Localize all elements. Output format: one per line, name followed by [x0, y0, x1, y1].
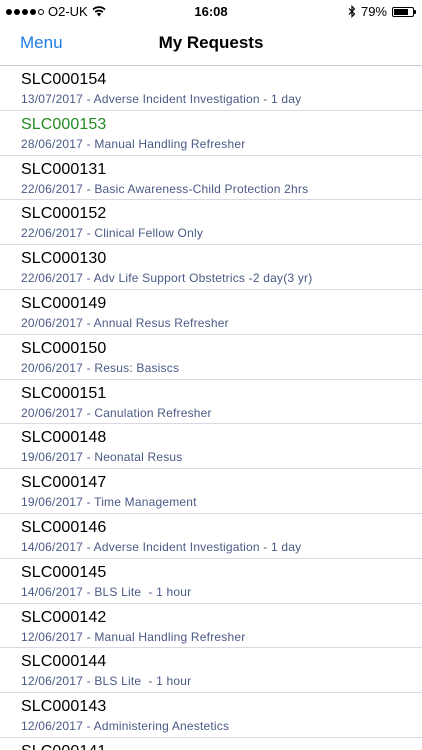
request-id: SLC000148 — [21, 429, 107, 447]
request-id: SLC000150 — [21, 339, 107, 357]
request-id: SLC000144 — [21, 653, 107, 671]
battery-percent: 79% — [360, 4, 387, 19]
bluetooth-icon — [348, 5, 356, 18]
request-id: SLC000154 — [21, 71, 107, 88]
request-id: SLC000149 — [21, 294, 107, 312]
request-detail: 19/06/2017 - Time Management — [21, 495, 197, 510]
request-row[interactable]: SLC000146 14/06/2017 - Adverse Incident I… — [0, 514, 422, 559]
request-row[interactable]: SLC000145 14/06/2017 - BLS Lite - 1 hour — [0, 559, 422, 604]
request-id: SLC000130 — [21, 250, 107, 268]
status-right: 79% — [348, 4, 416, 19]
request-id: SLC000143 — [21, 698, 107, 716]
request-detail: 13/07/2017 - Adverse Incident Investigat… — [21, 92, 302, 106]
request-id: SLC000131 — [21, 160, 107, 178]
request-id: SLC000152 — [21, 205, 107, 223]
request-detail: 14/06/2017 - BLS Lite - 1 hour — [21, 584, 192, 599]
request-row[interactable]: SLC000147 19/06/2017 - Time Management — [0, 469, 422, 514]
battery-fill — [394, 8, 409, 15]
requests-list[interactable]: SLC000154 13/07/2017 - Adverse Incident I… — [0, 66, 422, 750]
request-row[interactable]: SLC000131 22/06/2017 - Basic Awareness-Ch… — [0, 156, 422, 201]
request-detail: 28/06/2017 - Manual Handling Refresher — [21, 136, 246, 151]
request-id: SLC000146 — [21, 518, 107, 536]
request-row[interactable]: SLC000153 28/06/2017 - Manual Handling Re… — [0, 111, 422, 156]
request-row[interactable]: SLC000152 22/06/2017 - Clinical Fellow On… — [0, 200, 422, 246]
request-id: SLC000153 — [21, 115, 107, 133]
request-row[interactable]: SLC000149 20/06/2017 - Annual Resus Refre… — [0, 290, 422, 335]
navigation-bar: Menu My Requests — [0, 22, 422, 66]
request-id: SLC000151 — [21, 384, 107, 402]
page-title: My Requests — [158, 33, 264, 52]
request-row[interactable]: SLC000130 22/06/2017 - Adv Life Support O… — [0, 245, 422, 290]
request-id: SLC000142 — [21, 608, 107, 626]
request-row[interactable]: SLC000154 13/07/2017 - Adverse Incident I… — [0, 66, 422, 111]
request-detail: 20/06/2017 - Annual Resus Refresher — [21, 315, 229, 330]
request-detail: 12/06/2017 - BLS Lite - 1 hour — [21, 674, 192, 689]
request-id: SLC000145 — [21, 563, 107, 581]
request-detail: 14/06/2017 - Adverse Incident Investigat… — [21, 539, 302, 554]
request-row[interactable]: SLC000141 — [0, 738, 422, 750]
request-row[interactable]: SLC000150 20/06/2017 - Resus: Basiscs — [0, 335, 422, 380]
status-bar: O2-UK 16:08 79% — [0, 0, 422, 22]
battery-icon — [392, 6, 416, 17]
request-detail: 20/06/2017 - Canulation Refresher — [21, 405, 212, 420]
request-id: SLC000147 — [21, 474, 107, 492]
request-row[interactable]: SLC000148 19/06/2017 - Neonatal Resus — [0, 424, 422, 470]
request-row[interactable]: SLC000143 12/06/2017 - Administering Anes… — [0, 693, 422, 738]
request-row[interactable]: SLC000142 12/06/2017 - Manual Handling Re… — [0, 604, 422, 649]
request-detail: 22/06/2017 - Adv Life Support Obstetrics… — [21, 271, 313, 286]
request-detail: 22/06/2017 - Basic Awareness-Child Prote… — [21, 181, 309, 196]
request-id: SLC000141 — [21, 743, 106, 750]
request-row[interactable]: SLC000151 20/06/2017 - Canulation Refresh… — [0, 380, 422, 425]
request-detail: 12/06/2017 - Administering Anestetics — [21, 719, 230, 734]
request-detail: 19/06/2017 - Neonatal Resus — [21, 450, 183, 465]
request-detail: 22/06/2017 - Clinical Fellow Only — [21, 226, 204, 241]
request-row[interactable]: SLC000144 12/06/2017 - BLS Lite - 1 hour — [0, 648, 422, 694]
request-detail: 20/06/2017 - Resus: Basiscs — [21, 360, 180, 375]
request-detail: 12/06/2017 - Manual Handling Refresher — [21, 629, 246, 644]
